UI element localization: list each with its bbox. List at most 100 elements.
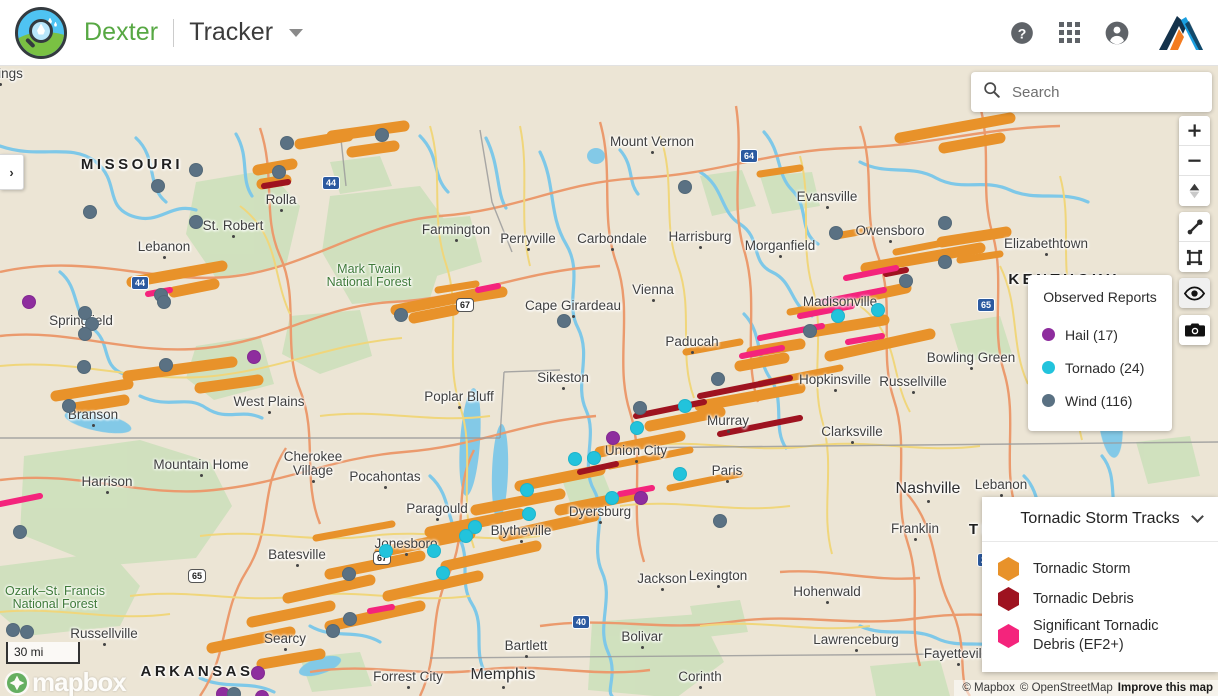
map-viewport[interactable]: MISSOURIKENTUCKYTENNESSEEARKANSASRollaSt…: [0, 66, 1218, 696]
bounding-box-icon[interactable]: [1179, 242, 1210, 272]
atmospheric-a-logo-icon[interactable]: [1154, 12, 1204, 54]
report-marker-wind[interactable]: [151, 179, 165, 193]
report-marker-wind[interactable]: [557, 314, 571, 328]
report-marker-tornado[interactable]: [568, 452, 582, 466]
eye-icon[interactable]: [1179, 278, 1210, 308]
report-marker-wind[interactable]: [78, 327, 92, 341]
report-marker-wind[interactable]: [13, 525, 27, 539]
report-marker-tornado[interactable]: [678, 399, 692, 413]
search-box[interactable]: [971, 72, 1212, 112]
map-city-dot: [717, 585, 720, 588]
legend-item-tornado[interactable]: Tornado (24): [1028, 351, 1172, 384]
report-marker-tornado[interactable]: [459, 529, 473, 543]
legend-item-tornadic-debris[interactable]: Tornadic Debris: [982, 584, 1218, 614]
sidebar-expand-button[interactable]: ›: [0, 154, 24, 190]
chevron-right-icon: ›: [9, 164, 14, 180]
report-marker-wind[interactable]: [157, 295, 171, 309]
report-marker-tornado[interactable]: [871, 303, 885, 317]
search-icon: [983, 81, 1000, 103]
report-marker-hail[interactable]: [22, 295, 36, 309]
map-city-dot: [912, 391, 915, 394]
report-marker-wind[interactable]: [633, 401, 647, 415]
report-marker-wind[interactable]: [6, 623, 20, 637]
logo-droplet-tiny-icon: [54, 21, 57, 27]
map-city-dot: [163, 256, 166, 259]
chevron-down-icon[interactable]: [1191, 510, 1204, 523]
report-marker-tornado[interactable]: [587, 451, 601, 465]
map-city-dot: [779, 255, 782, 258]
report-marker-wind[interactable]: [803, 324, 817, 338]
report-marker-tornado[interactable]: [605, 491, 619, 505]
report-marker-wind[interactable]: [62, 399, 76, 413]
legend-item-tornadic-storm[interactable]: Tornadic Storm: [982, 554, 1218, 584]
map-city-dot: [407, 686, 410, 689]
compass-north-arrow-icon[interactable]: [1179, 176, 1210, 206]
map-city-dot: [502, 686, 505, 689]
apps-grid-icon[interactable]: [1059, 22, 1080, 43]
measure-button[interactable]: [1179, 212, 1210, 242]
report-marker-tornado[interactable]: [630, 421, 644, 435]
attribution-openstreetmap[interactable]: © OpenStreetMap: [1020, 682, 1113, 694]
mapbox-logo[interactable]: mapbox: [4, 667, 127, 696]
chevron-down-icon[interactable]: [289, 28, 304, 37]
camera-icon[interactable]: [1179, 315, 1210, 345]
map-city-dot: [200, 474, 203, 477]
report-marker-wind[interactable]: [938, 216, 952, 230]
report-marker-wind[interactable]: [77, 360, 91, 374]
map-city-dot: [641, 646, 644, 649]
report-marker-tornado[interactable]: [427, 544, 441, 558]
report-marker-tornado[interactable]: [522, 507, 536, 521]
report-marker-wind[interactable]: [375, 128, 389, 142]
report-marker-wind[interactable]: [272, 165, 286, 179]
legend-item-significant-tornadic-debris[interactable]: Significant Tornadic Debris (EF2+): [982, 614, 1218, 658]
account-circle-icon[interactable]: [1104, 20, 1130, 46]
report-marker-wind[interactable]: [342, 567, 356, 581]
report-marker-wind[interactable]: [711, 372, 725, 386]
map-city-dot: [232, 235, 235, 238]
zoom-out-button[interactable]: [1179, 146, 1210, 176]
map-city-dot: [826, 601, 829, 604]
report-marker-wind[interactable]: [280, 136, 294, 150]
map-city-dot: [726, 480, 729, 483]
report-marker-wind[interactable]: [713, 514, 727, 528]
help-circle-icon[interactable]: ?: [1009, 20, 1035, 46]
search-input[interactable]: [1012, 83, 1192, 101]
map-city-dot: [280, 209, 283, 212]
report-marker-wind[interactable]: [159, 358, 173, 372]
app-name: Dexter: [84, 18, 159, 46]
report-marker-hail[interactable]: [251, 666, 265, 680]
report-marker-wind[interactable]: [678, 180, 692, 194]
report-marker-wind[interactable]: [829, 226, 843, 240]
report-marker-wind[interactable]: [83, 205, 97, 219]
report-marker-wind[interactable]: [394, 308, 408, 322]
report-marker-tornado[interactable]: [436, 566, 450, 580]
map-city-dot: [970, 367, 973, 370]
report-marker-wind[interactable]: [189, 163, 203, 177]
report-marker-wind[interactable]: [343, 612, 357, 626]
legend-label-tornadic-debris: Tornadic Debris: [1033, 590, 1134, 607]
screenshot-control: [1179, 315, 1210, 345]
improve-this-map-link[interactable]: Improve this map: [1118, 682, 1213, 694]
zoom-controls: [1179, 116, 1210, 206]
report-marker-tornado[interactable]: [379, 544, 393, 558]
report-marker-wind[interactable]: [938, 255, 952, 269]
report-marker-wind[interactable]: [20, 625, 34, 639]
report-marker-wind[interactable]: [189, 215, 203, 229]
report-marker-wind[interactable]: [899, 274, 913, 288]
report-marker-tornado[interactable]: [831, 309, 845, 323]
report-marker-wind[interactable]: [227, 687, 241, 696]
legend-item-hail[interactable]: Hail (17): [1028, 318, 1172, 351]
zoom-in-button[interactable]: [1179, 116, 1210, 146]
map-city-dot: [458, 406, 461, 409]
legend-item-wind[interactable]: Wind (116): [1028, 384, 1172, 417]
attribution-mapbox[interactable]: © Mapbox: [962, 682, 1015, 694]
map-city-dot: [914, 538, 917, 541]
report-marker-hail[interactable]: [634, 491, 648, 505]
report-marker-wind[interactable]: [326, 624, 340, 638]
report-marker-hail[interactable]: [606, 431, 620, 445]
report-marker-tornado[interactable]: [673, 467, 687, 481]
tracks-legend-header[interactable]: Tornadic Storm Tracks: [982, 497, 1218, 542]
report-marker-tornado[interactable]: [520, 483, 534, 497]
brand-area[interactable]: Dexter Tracker: [0, 6, 304, 59]
report-marker-hail[interactable]: [247, 350, 261, 364]
